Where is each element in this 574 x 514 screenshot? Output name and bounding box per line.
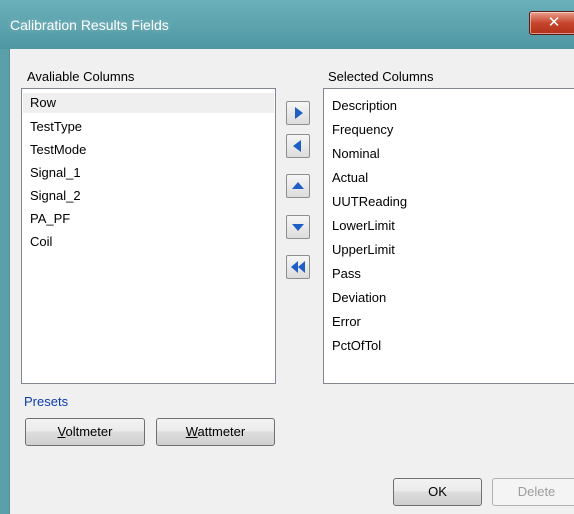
list-item[interactable]: Pass: [332, 264, 361, 284]
title-bar[interactable]: Calibration Results Fields ✕: [0, 0, 574, 49]
remove-all-button[interactable]: [286, 255, 310, 279]
list-item[interactable]: PctOfTol: [332, 336, 381, 356]
list-item[interactable]: LowerLimit: [332, 216, 395, 236]
list-item[interactable]: Frequency: [332, 120, 393, 140]
move-up-icon: [292, 182, 304, 189]
list-item[interactable]: TestType: [30, 117, 82, 137]
move-right-icon: [295, 107, 303, 119]
delete-button[interactable]: Delete: [492, 478, 574, 506]
move-down-button[interactable]: [286, 215, 310, 239]
list-item[interactable]: Row: [23, 93, 274, 113]
remove-all-icon: [291, 261, 305, 273]
wattmeter-button[interactable]: Wattmeter: [156, 418, 275, 446]
selected-columns-list[interactable]: Description Frequency Nominal Actual UUT…: [323, 88, 574, 384]
list-item[interactable]: Nominal: [332, 144, 380, 164]
available-columns-label: Avaliable Columns: [27, 69, 135, 84]
list-item[interactable]: Deviation: [332, 288, 386, 308]
presets-label: Presets: [24, 394, 69, 409]
dialog-body: Avaliable Columns Row TestType TestMode …: [9, 49, 574, 514]
move-down-icon: [292, 224, 304, 231]
wattmeter-label: attmeter: [197, 424, 246, 439]
move-left-icon: [293, 140, 301, 152]
dialog-window: Calibration Results Fields ✕ Avaliable C…: [0, 0, 574, 514]
available-columns-list[interactable]: Row TestType TestMode Signal_1 Signal_2 …: [21, 88, 276, 384]
window-title: Calibration Results Fields: [10, 17, 169, 33]
list-item[interactable]: Signal_1: [30, 163, 81, 183]
list-item[interactable]: PA_PF: [30, 209, 70, 229]
voltmeter-label: oltmeter: [65, 424, 113, 439]
list-item[interactable]: Description: [332, 96, 397, 116]
voltmeter-accel: V: [57, 424, 66, 439]
voltmeter-button[interactable]: Voltmeter: [25, 418, 145, 446]
list-item[interactable]: Error: [332, 312, 361, 332]
list-item[interactable]: UpperLimit: [332, 240, 395, 260]
list-item[interactable]: Coil: [30, 232, 52, 252]
wattmeter-accel: W: [185, 424, 198, 439]
list-item[interactable]: UUTReading: [332, 192, 407, 212]
list-item[interactable]: Signal_2: [30, 186, 81, 206]
move-right-button[interactable]: [286, 101, 310, 125]
close-icon: ✕: [547, 14, 561, 31]
list-item[interactable]: TestMode: [30, 140, 86, 160]
selected-columns-label: Selected Columns: [328, 69, 434, 84]
ok-button[interactable]: OK: [393, 478, 482, 506]
move-up-button[interactable]: [286, 174, 310, 198]
close-button[interactable]: ✕: [529, 11, 574, 35]
move-left-button[interactable]: [286, 134, 310, 158]
list-item[interactable]: Actual: [332, 168, 368, 188]
